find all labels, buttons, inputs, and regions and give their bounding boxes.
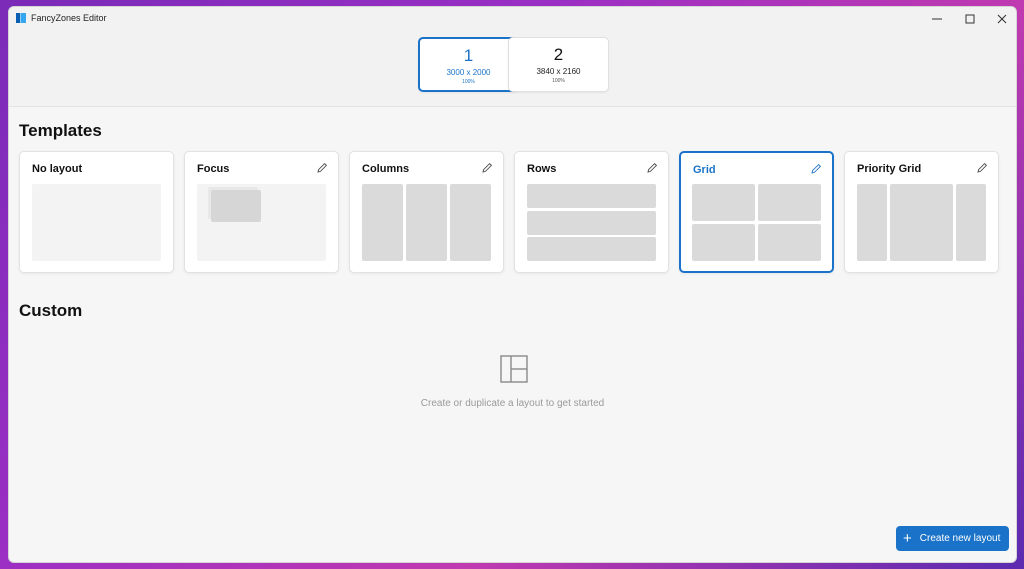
template-card-focus[interactable]: Focus xyxy=(184,151,339,273)
layout-preview xyxy=(32,184,161,261)
title-bar: FancyZones Editor xyxy=(9,7,1016,31)
card-title: Focus xyxy=(197,163,230,175)
close-button[interactable] xyxy=(987,10,1016,28)
card-title: Rows xyxy=(527,163,557,175)
template-card-columns[interactable]: Columns xyxy=(349,151,504,273)
fancyzones-icon xyxy=(16,13,26,23)
preview-zone xyxy=(890,184,953,261)
preview-zone xyxy=(956,184,986,261)
template-card-grid[interactable]: Grid xyxy=(679,151,834,273)
preview-zone xyxy=(527,184,656,208)
monitor-number: 2 xyxy=(553,45,564,64)
pencil-icon[interactable] xyxy=(810,163,822,175)
templates-heading: Templates xyxy=(19,121,102,140)
monitor-number: 1 xyxy=(463,46,474,65)
maximize-icon xyxy=(965,14,975,24)
preview-zone xyxy=(406,184,447,261)
preview-zone xyxy=(692,184,755,221)
monitor-resolution: 3840 x 2160 xyxy=(536,67,581,76)
pencil-icon[interactable] xyxy=(646,162,658,174)
maximize-button[interactable] xyxy=(955,10,985,28)
empty-state-message: Create or duplicate a layout to get star… xyxy=(420,398,605,409)
pencil-icon[interactable] xyxy=(976,162,988,174)
preview-zone xyxy=(758,184,821,221)
custom-heading: Custom xyxy=(19,301,83,320)
card-title: Columns xyxy=(362,163,410,175)
plus-icon: + xyxy=(903,530,912,547)
layout-icon xyxy=(500,355,528,383)
window-title: FancyZones Editor xyxy=(31,13,107,23)
template-card-rows[interactable]: Rows xyxy=(514,151,669,273)
monitor-scale: 100% xyxy=(462,79,475,85)
layout-preview xyxy=(362,184,491,261)
pencil-icon[interactable] xyxy=(481,162,493,174)
layout-preview xyxy=(197,184,326,261)
layout-preview xyxy=(527,184,656,261)
preview-zone xyxy=(32,184,161,261)
monitor-resolution: 3000 x 2000 xyxy=(446,68,491,77)
monitor-2-button[interactable]: 2 3840 x 2160 100% xyxy=(508,37,609,92)
card-title: No layout xyxy=(32,163,83,175)
fancyzones-window: FancyZones Editor 1 3000 x 2000 100% 2 3… xyxy=(8,6,1017,563)
preview-zone xyxy=(362,184,403,261)
minimize-button[interactable] xyxy=(922,10,952,28)
preview-zone xyxy=(857,184,887,261)
monitor-1-button[interactable]: 1 3000 x 2000 100% xyxy=(418,37,519,92)
preview-zone xyxy=(527,237,656,261)
monitor-selector: 1 3000 x 2000 100% 2 3840 x 2160 100% xyxy=(9,31,1016,107)
create-new-layout-button[interactable]: + Create new layout xyxy=(896,526,1009,551)
pencil-icon[interactable] xyxy=(316,162,328,174)
card-title: Priority Grid xyxy=(857,163,922,175)
close-icon xyxy=(997,14,1007,24)
minimize-icon xyxy=(932,18,942,20)
preview-zone xyxy=(692,224,755,261)
monitor-scale: 100% xyxy=(552,78,565,84)
layout-preview xyxy=(857,184,986,261)
layout-preview xyxy=(692,184,821,261)
preview-zone xyxy=(211,190,261,222)
preview-zone xyxy=(758,224,821,261)
template-card-no-layout[interactable]: No layout xyxy=(19,151,174,273)
preview-zone xyxy=(450,184,491,261)
create-button-label: Create new layout xyxy=(919,533,1001,544)
card-title: Grid xyxy=(693,164,716,176)
template-card-priority-grid[interactable]: Priority Grid xyxy=(844,151,999,273)
preview-zone xyxy=(527,211,656,235)
